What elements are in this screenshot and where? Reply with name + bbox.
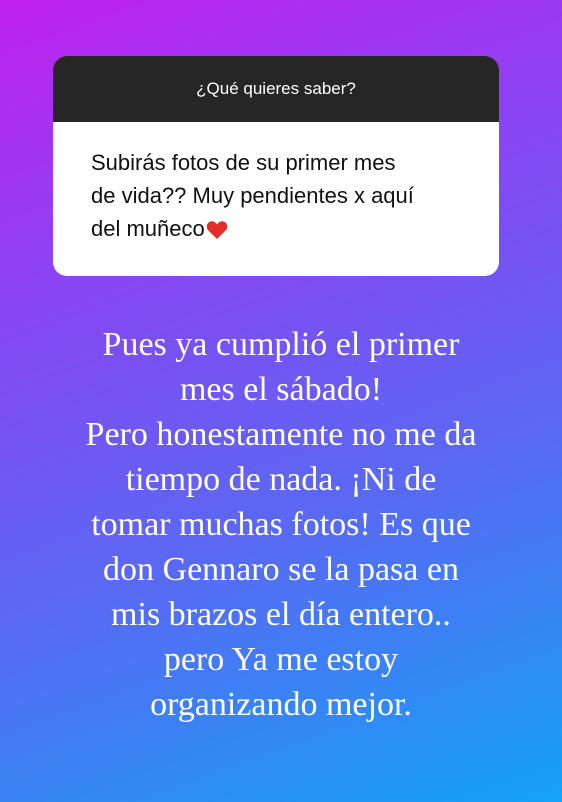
question-header: ¿Qué quieres saber? [53,56,499,122]
question-sticker[interactable]: ¿Qué quieres saber? Subirás fotos de su … [53,56,499,276]
question-body: Subirás fotos de su primer mes de vida??… [53,122,499,276]
reply-text: Pues ya cumplió el primer mes el sábado!… [85,326,477,723]
question-text-block: Subirás fotos de su primer mes de vida??… [91,146,461,276]
question-header-label: ¿Qué quieres saber? [196,79,356,98]
question-text: Subirás fotos de su primer mes de vida??… [91,150,414,241]
heart-icon [206,216,228,249]
